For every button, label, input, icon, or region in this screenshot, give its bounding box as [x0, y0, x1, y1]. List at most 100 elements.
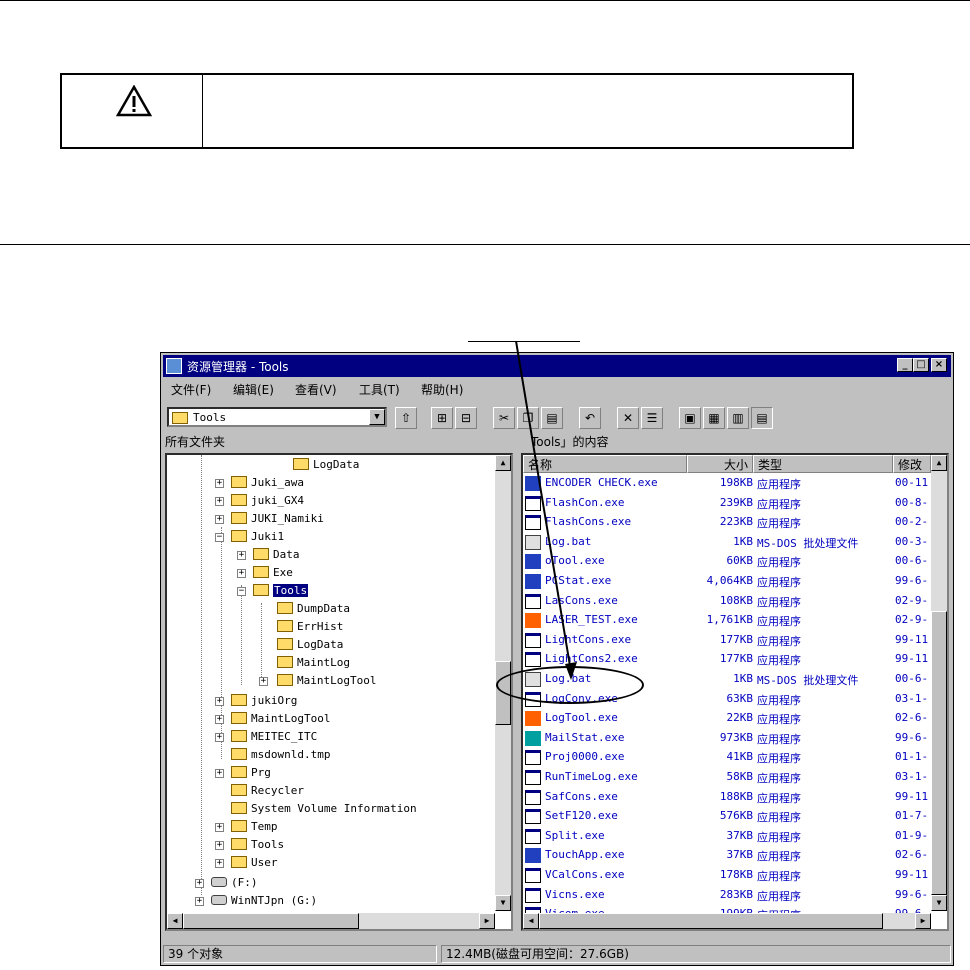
- list-item[interactable]: SetF120.exe 576KB 应用程序 01-7-: [523, 806, 931, 826]
- expand-icon[interactable]: +: [215, 479, 224, 488]
- list-item[interactable]: Log.bat 1KB MS-DOS 批处理文件 00-3-: [523, 532, 931, 552]
- list-item[interactable]: MailStat.exe 973KB 应用程序 99-6-: [523, 728, 931, 748]
- menu-tools[interactable]: 工具(T): [359, 381, 400, 398]
- map-drive-button[interactable]: ⊞: [431, 407, 453, 429]
- list-item[interactable]: ENCODER CHECK.exe 198KB 应用程序 00-11: [523, 473, 931, 493]
- paste-button[interactable]: ▤: [541, 407, 563, 429]
- list-view-button[interactable]: ▥: [727, 407, 749, 429]
- scroll-up-button[interactable]: ▲: [495, 455, 511, 471]
- scroll-thumb[interactable]: [183, 913, 359, 929]
- menu-help[interactable]: 帮助(H): [421, 381, 463, 398]
- expand-icon[interactable]: +: [215, 715, 224, 724]
- scroll-up-button[interactable]: ▲: [931, 455, 947, 471]
- close-button[interactable]: ×: [931, 358, 947, 372]
- tree-item[interactable]: LogData: [293, 457, 359, 475]
- scroll-thumb[interactable]: [931, 611, 947, 895]
- tree-item[interactable]: + MaintLogTool: [215, 711, 330, 729]
- scroll-right-button[interactable]: ▶: [915, 913, 931, 929]
- expand-icon[interactable]: +: [215, 733, 224, 742]
- expand-icon[interactable]: +: [237, 551, 246, 560]
- list-item[interactable]: FlashCons.exe 223KB 应用程序 00-2-: [523, 512, 931, 532]
- tree-item[interactable]: + Prg: [215, 765, 271, 783]
- expand-icon[interactable]: +: [215, 497, 224, 506]
- list-item[interactable]: PCStat.exe 4,064KB 应用程序 99-6-: [523, 571, 931, 591]
- tree-item-drive-g[interactable]: + WinNTJpn (G:): [195, 893, 317, 911]
- cut-button[interactable]: ✂: [493, 407, 515, 429]
- scroll-left-button[interactable]: ◀: [167, 913, 183, 929]
- list-item[interactable]: Split.exe 37KB 应用程序 01-9-: [523, 826, 931, 846]
- large-icons-button[interactable]: ▣: [679, 407, 701, 429]
- list-horizontal-scrollbar[interactable]: ◀ ▶: [523, 913, 931, 929]
- expand-icon[interactable]: +: [195, 897, 204, 906]
- small-icons-button[interactable]: ▦: [703, 407, 725, 429]
- undo-button[interactable]: ↶: [579, 407, 601, 429]
- tree-item[interactable]: System Volume Information: [231, 801, 417, 819]
- column-header-size[interactable]: 大小: [687, 455, 753, 473]
- disconnect-drive-button[interactable]: ⊟: [455, 407, 477, 429]
- expand-icon[interactable]: +: [215, 823, 224, 832]
- list-item[interactable]: Vicns.exe 283KB 应用程序 99-6-: [523, 885, 931, 905]
- tree-item[interactable]: MaintLog: [277, 655, 350, 673]
- tree-item[interactable]: + Temp: [215, 819, 278, 837]
- list-item[interactable]: LasCons.exe 108KB 应用程序 02-9-: [523, 591, 931, 611]
- expand-icon[interactable]: +: [215, 841, 224, 850]
- scroll-thumb[interactable]: [539, 913, 883, 929]
- maximize-button[interactable]: □: [913, 358, 929, 372]
- collapse-icon[interactable]: −: [237, 587, 246, 596]
- tree-item[interactable]: + JUKI_Namiki: [215, 511, 324, 529]
- list-item[interactable]: FlashCon.exe 239KB 应用程序 00-8-: [523, 493, 931, 513]
- tree-item[interactable]: LogData: [277, 637, 343, 655]
- tree-item[interactable]: + Data: [237, 547, 300, 565]
- details-view-button[interactable]: ▤: [751, 407, 773, 429]
- expand-icon[interactable]: +: [215, 769, 224, 778]
- menu-edit[interactable]: 编辑(E): [233, 381, 274, 398]
- minimize-button[interactable]: _: [897, 358, 913, 372]
- scroll-down-button[interactable]: ▼: [931, 895, 947, 911]
- tree-item[interactable]: + MEITEC_ITC: [215, 729, 317, 747]
- tree-item[interactable]: + User: [215, 855, 278, 873]
- scroll-right-button[interactable]: ▶: [479, 913, 495, 929]
- expand-icon[interactable]: +: [215, 859, 224, 868]
- tree-item[interactable]: DumpData: [277, 601, 350, 619]
- column-header-modified[interactable]: 修改时: [893, 455, 931, 473]
- list-item[interactable]: LightCons.exe 177KB 应用程序 99-11: [523, 630, 931, 650]
- list-vertical-scrollbar[interactable]: ▲ ▼: [931, 455, 947, 911]
- tree-item[interactable]: + MaintLogTool: [259, 673, 376, 691]
- expand-icon[interactable]: +: [195, 879, 204, 888]
- scroll-down-button[interactable]: ▼: [495, 895, 511, 911]
- list-item[interactable]: oTool.exe 60KB 应用程序 00-6-: [523, 551, 931, 571]
- tree-item-tools-selected[interactable]: − Tools: [237, 583, 309, 601]
- menu-file[interactable]: 文件(F): [171, 381, 211, 398]
- tree-item[interactable]: + Exe: [237, 565, 293, 583]
- list-item[interactable]: TouchApp.exe 37KB 应用程序 02-6-: [523, 845, 931, 865]
- menu-view[interactable]: 查看(V): [295, 381, 337, 398]
- column-header-name[interactable]: 名称: [523, 455, 687, 473]
- list-item[interactable]: LogTool.exe 22KB 应用程序 02-6-: [523, 708, 931, 728]
- tree-item[interactable]: + Tools: [215, 837, 284, 855]
- tree-item[interactable]: Recycler: [231, 783, 304, 801]
- column-header-type[interactable]: 类型: [753, 455, 893, 473]
- tree-item[interactable]: msdownld.tmp: [231, 747, 330, 765]
- list-item[interactable]: LASER_TEST.exe 1,761KB 应用程序 02-9-: [523, 610, 931, 630]
- expand-icon[interactable]: +: [215, 697, 224, 706]
- tree-item[interactable]: + Juki_awa: [215, 475, 304, 493]
- expand-icon[interactable]: +: [237, 569, 246, 578]
- tree-item[interactable]: + juki_GX4: [215, 493, 304, 511]
- expand-icon[interactable]: +: [259, 677, 268, 686]
- delete-button[interactable]: ✕: [617, 407, 639, 429]
- tree-item[interactable]: − Juki1: [215, 529, 284, 547]
- tree-item[interactable]: + jukiOrg: [215, 693, 297, 711]
- address-combo[interactable]: Tools ▼: [167, 407, 387, 427]
- expand-icon[interactable]: +: [215, 515, 224, 524]
- tree-item[interactable]: ErrHist: [277, 619, 343, 637]
- up-folder-button[interactable]: ⇧: [395, 407, 417, 429]
- scroll-left-button[interactable]: ◀: [523, 913, 539, 929]
- collapse-icon[interactable]: −: [215, 533, 224, 542]
- tree-item-drive-f[interactable]: + (F:): [195, 875, 258, 893]
- copy-button[interactable]: ❐: [517, 407, 539, 429]
- chevron-down-icon[interactable]: ▼: [369, 409, 385, 425]
- list-item[interactable]: Proj0000.exe 41KB 应用程序 01-1-: [523, 747, 931, 767]
- tree-horizontal-scrollbar[interactable]: ◀ ▶: [167, 913, 495, 929]
- list-item[interactable]: VCalCons.exe 178KB 应用程序 99-11: [523, 865, 931, 885]
- list-item[interactable]: RunTimeLog.exe 58KB 应用程序 03-1-: [523, 767, 931, 787]
